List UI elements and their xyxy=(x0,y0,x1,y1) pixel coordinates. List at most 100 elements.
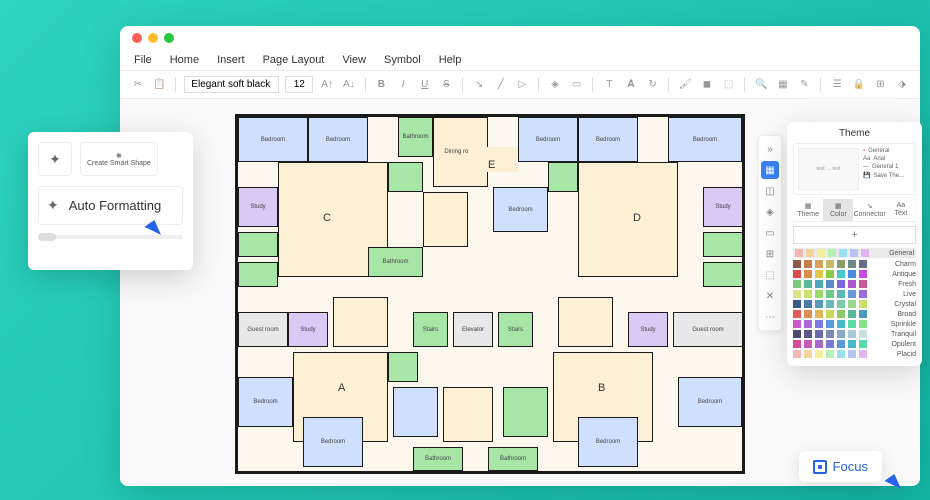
arrange-icon[interactable]: ⬗ xyxy=(894,77,910,93)
color-swatch[interactable] xyxy=(815,350,823,358)
color-swatch[interactable] xyxy=(859,310,867,318)
color-swatch[interactable] xyxy=(859,340,867,348)
pen-icon[interactable]: ✎ xyxy=(797,77,813,93)
color-swatch[interactable] xyxy=(793,300,801,308)
palette-row-general[interactable]: General xyxy=(793,248,916,258)
room-study[interactable]: Study xyxy=(628,312,668,347)
refresh-icon[interactable]: ↻ xyxy=(645,77,661,93)
color-swatch[interactable] xyxy=(837,270,845,278)
tab-theme[interactable]: ▦Theme xyxy=(793,199,823,221)
layers-panel-icon[interactable]: ◈ xyxy=(761,203,779,221)
color-swatch[interactable] xyxy=(793,270,801,278)
room-bathroom[interactable]: Bathroom xyxy=(488,447,538,471)
color-swatch[interactable] xyxy=(837,280,845,288)
palette-row-opulent[interactable]: Opulent xyxy=(793,340,916,348)
unit-d-area[interactable] xyxy=(578,162,678,277)
room-bathroom[interactable]: Bathroom xyxy=(398,117,433,157)
room-living[interactable] xyxy=(558,297,613,347)
room-guest[interactable]: Guest room xyxy=(673,312,743,347)
room-bedroom[interactable]: Bedroom xyxy=(308,117,368,162)
color-swatch[interactable] xyxy=(806,249,814,257)
color-swatch[interactable] xyxy=(793,330,801,338)
table-icon[interactable]: ▦ xyxy=(775,77,791,93)
room-bedroom[interactable]: Bedroom xyxy=(303,417,363,467)
tab-text[interactable]: AaText xyxy=(886,199,916,221)
palette-row-live[interactable]: Live xyxy=(793,290,916,298)
color-swatch[interactable] xyxy=(793,290,801,298)
color-swatch[interactable] xyxy=(837,330,845,338)
strikethrough-button[interactable]: S xyxy=(439,77,455,93)
room-elevator[interactable]: Elevator xyxy=(453,312,493,347)
connector-tool-icon[interactable]: ↘ xyxy=(471,77,487,93)
color-swatch[interactable] xyxy=(837,290,845,298)
room-bedroom[interactable]: Bedroom xyxy=(238,377,293,427)
format-icon[interactable]: ⊞ xyxy=(761,245,779,263)
popup-slider[interactable] xyxy=(38,235,183,239)
room-sitting[interactable] xyxy=(703,262,743,287)
color-swatch[interactable] xyxy=(804,310,812,318)
room-kitchen[interactable] xyxy=(503,387,548,437)
font-format-icon[interactable]: 𝐀 xyxy=(623,77,639,93)
palette-row-antique[interactable]: Antique xyxy=(793,270,916,278)
room-bedroom[interactable]: Bedroom xyxy=(238,117,308,162)
page-icon[interactable]: ▭ xyxy=(761,224,779,242)
color-swatch[interactable] xyxy=(804,270,812,278)
close-window-button[interactable] xyxy=(132,33,142,43)
color-swatch[interactable] xyxy=(826,320,834,328)
color-swatch[interactable] xyxy=(826,290,834,298)
color-swatch[interactable] xyxy=(837,320,845,328)
color-swatch[interactable] xyxy=(804,260,812,268)
room-guest[interactable]: Guest room xyxy=(238,312,288,347)
minimize-window-button[interactable] xyxy=(148,33,158,43)
font-size-select[interactable] xyxy=(285,76,313,93)
color-swatch[interactable] xyxy=(815,290,823,298)
color-swatch[interactable] xyxy=(859,270,867,278)
grid-icon[interactable]: ▦ xyxy=(761,161,779,179)
color-swatch[interactable] xyxy=(848,280,856,288)
color-swatch[interactable] xyxy=(815,280,823,288)
menu-file[interactable]: File xyxy=(134,54,152,66)
color-swatch[interactable] xyxy=(804,340,812,348)
tab-color[interactable]: ▦Color xyxy=(823,199,853,221)
color-swatch[interactable] xyxy=(815,260,823,268)
color-swatch[interactable] xyxy=(848,350,856,358)
italic-button[interactable]: I xyxy=(395,77,411,93)
floorplan[interactable]: Bedroom Bedroom Bathroom Dining room Bed… xyxy=(235,114,745,474)
color-swatch[interactable] xyxy=(859,300,867,308)
theme-quick-save[interactable]: 💾Save The... xyxy=(863,172,911,179)
color-swatch[interactable] xyxy=(848,320,856,328)
color-swatch[interactable] xyxy=(826,340,834,348)
shape-icon[interactable]: ▭ xyxy=(569,77,585,93)
color-swatch[interactable] xyxy=(793,280,801,288)
palette-row-sprinkle[interactable]: Sprinkle xyxy=(793,320,916,328)
color-swatch[interactable] xyxy=(828,249,836,257)
color-swatch[interactable] xyxy=(837,300,845,308)
color-swatch[interactable] xyxy=(804,330,812,338)
room-sitting[interactable] xyxy=(238,262,278,287)
color-swatch[interactable] xyxy=(848,260,856,268)
create-smart-shape-button[interactable]: ❋ Create Smart Shape xyxy=(80,142,158,176)
theme-preview-thumbnail[interactable]: text → text xyxy=(798,148,859,190)
room-study[interactable]: Study xyxy=(238,187,278,227)
color-swatch[interactable] xyxy=(815,330,823,338)
color-swatch[interactable] xyxy=(850,249,858,257)
color-swatch[interactable] xyxy=(793,350,801,358)
arrange-panel-icon[interactable]: ⬚ xyxy=(761,266,779,284)
color-swatch[interactable] xyxy=(848,270,856,278)
color-swatch[interactable] xyxy=(795,249,803,257)
color-swatch[interactable] xyxy=(793,320,801,328)
palette-row-crystal[interactable]: Crystal xyxy=(793,300,916,308)
color-swatch[interactable] xyxy=(793,310,801,318)
collapse-icon[interactable]: » xyxy=(761,140,779,158)
auto-formatting-button[interactable]: ✦ Auto Formatting xyxy=(38,186,183,225)
color-swatch[interactable] xyxy=(859,330,867,338)
room-study[interactable]: Study xyxy=(288,312,328,347)
color-swatch[interactable] xyxy=(826,350,834,358)
search-icon[interactable]: 🔍 xyxy=(753,77,769,93)
room-bathroom[interactable] xyxy=(548,162,578,192)
cut-icon[interactable]: ✂ xyxy=(130,77,146,93)
bold-button[interactable]: B xyxy=(374,77,390,93)
color-swatch[interactable] xyxy=(793,260,801,268)
color-swatch[interactable] xyxy=(826,280,834,288)
color-swatch[interactable] xyxy=(859,350,867,358)
